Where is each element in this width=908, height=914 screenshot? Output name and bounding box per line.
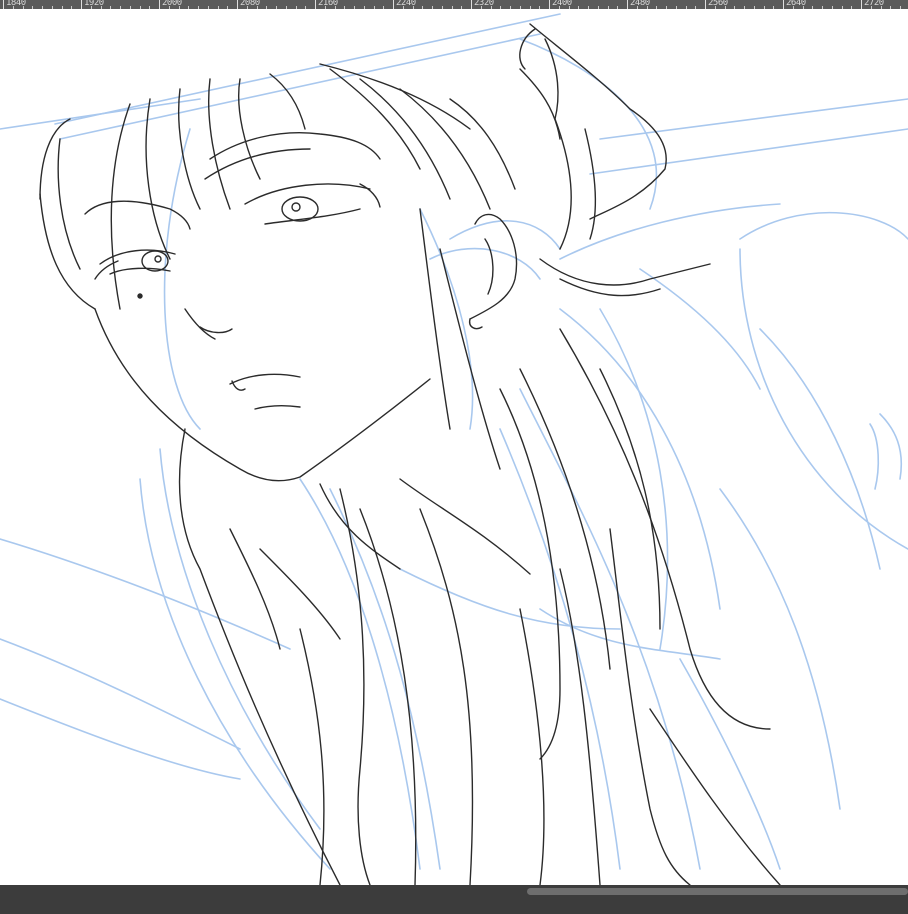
ruler-major-tick bbox=[705, 0, 706, 9]
ruler-major-tick bbox=[549, 0, 550, 9]
ruler-major-tick bbox=[81, 0, 82, 9]
horizontal-scrollbar[interactable] bbox=[0, 885, 908, 914]
horizontal-ruler[interactable]: 1840 1920 2000 2080 2160 2240 2320 2400 2480 2560… bbox=[0, 0, 908, 9]
ruler-major-tick bbox=[237, 0, 238, 9]
ruler-major-tick bbox=[627, 0, 628, 9]
sketch-layer bbox=[0, 13, 908, 870]
sketch-artwork bbox=[0, 13, 908, 885]
scrollbar-thumb[interactable] bbox=[527, 888, 908, 895]
ruler-major-tick bbox=[861, 0, 862, 9]
ruler-major-tick bbox=[3, 0, 4, 9]
ruler-major-tick bbox=[783, 0, 784, 9]
drawing-canvas[interactable] bbox=[0, 9, 908, 885]
ruler-major-tick bbox=[315, 0, 316, 9]
ruler-major-tick bbox=[159, 0, 160, 9]
ruler-major-tick bbox=[471, 0, 472, 9]
ruler-major-tick bbox=[393, 0, 394, 9]
